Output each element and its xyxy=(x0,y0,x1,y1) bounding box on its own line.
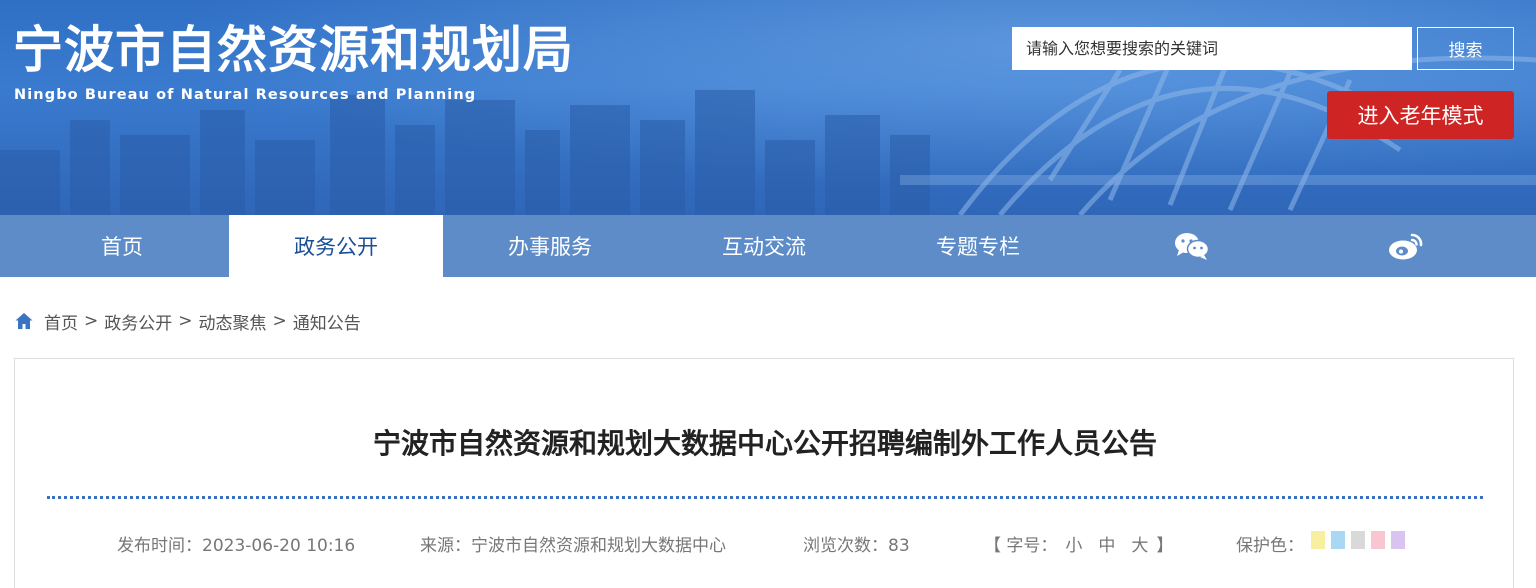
title-divider xyxy=(47,496,1483,499)
header-banner: 宁波市自然资源和规划局 Ningbo Bureau of Natural Res… xyxy=(0,0,1536,215)
breadcrumb-separator: > xyxy=(272,311,287,331)
nav-item-weibo[interactable] xyxy=(1299,215,1513,277)
font-size-small[interactable]: 小 xyxy=(1065,536,1082,556)
protect-color-gray[interactable] xyxy=(1351,531,1365,549)
breadcrumb-item-government-affairs[interactable]: 政务公开 xyxy=(104,309,172,334)
article-title: 宁波市自然资源和规划大数据中心公开招聘编制外工作人员公告 xyxy=(372,427,1157,460)
breadcrumb-item-notices[interactable]: 通知公告 xyxy=(293,309,361,334)
nav-item-services[interactable]: 办事服务 xyxy=(443,215,657,277)
weibo-icon xyxy=(1389,233,1423,260)
source-label: 来源： xyxy=(420,536,471,556)
site-title: 宁波市自然资源和规划局 xyxy=(13,21,574,79)
search-input[interactable] xyxy=(1012,27,1412,70)
nav-item-government-affairs[interactable]: 政务公开 xyxy=(229,215,443,277)
protect-color-blue[interactable] xyxy=(1331,531,1345,549)
protect-color-yellow[interactable] xyxy=(1311,531,1325,549)
view-count-label: 浏览次数： xyxy=(803,536,888,556)
article-panel: 宁波市自然资源和规划大数据中心公开招聘编制外工作人员公告 发布时间：2023-0… xyxy=(14,358,1514,588)
font-size-medium[interactable]: 中 xyxy=(1098,536,1115,556)
article-source: 来源：宁波市自然资源和规划大数据中心 xyxy=(420,531,726,556)
nav-item-wechat[interactable] xyxy=(1085,215,1299,277)
breadcrumb-separator: > xyxy=(178,311,193,331)
main-nav: 首页 政务公开 办事服务 互动交流 专题专栏 xyxy=(0,215,1536,277)
home-icon xyxy=(14,311,34,331)
site-subtitle: Ningbo Bureau of Natural Resources and P… xyxy=(14,87,477,103)
protect-color-pink[interactable] xyxy=(1371,531,1385,549)
publish-time: 发布时间：2023-06-20 10:16 xyxy=(117,531,355,556)
breadcrumb-item-news[interactable]: 动态聚焦 xyxy=(199,309,267,334)
wechat-icon xyxy=(1175,233,1210,260)
publish-time-value: 2023-06-20 10:16 xyxy=(202,536,356,556)
font-size-close: 】 xyxy=(1156,536,1174,556)
search-button[interactable]: 搜索 xyxy=(1417,27,1514,70)
nav-item-special-topics[interactable]: 专题专栏 xyxy=(871,215,1085,277)
elder-mode-button[interactable]: 进入老年模式 xyxy=(1327,91,1514,139)
breadcrumb-separator: > xyxy=(84,311,99,331)
protect-color-purple[interactable] xyxy=(1391,531,1405,549)
nav-item-interaction[interactable]: 互动交流 xyxy=(657,215,871,277)
protect-color-label: 保护色： xyxy=(1236,536,1304,556)
font-size-control: 【 字号： 小中大】 xyxy=(984,531,1173,556)
nav-item-home[interactable]: 首页 xyxy=(15,215,229,277)
protect-color-swatches xyxy=(1311,531,1405,549)
breadcrumb-item-home[interactable]: 首页 xyxy=(44,309,78,334)
font-size-large[interactable]: 大 xyxy=(1131,536,1148,556)
publish-time-label: 发布时间： xyxy=(117,536,202,556)
breadcrumb: 首页 > 政务公开 > 动态聚焦 > 通知公告 xyxy=(14,308,361,334)
source-value: 宁波市自然资源和规划大数据中心 xyxy=(471,536,726,556)
font-size-label: 【 字号： xyxy=(984,536,1058,556)
view-count-value: 83 xyxy=(888,536,910,556)
view-count: 浏览次数：83 xyxy=(803,531,910,556)
